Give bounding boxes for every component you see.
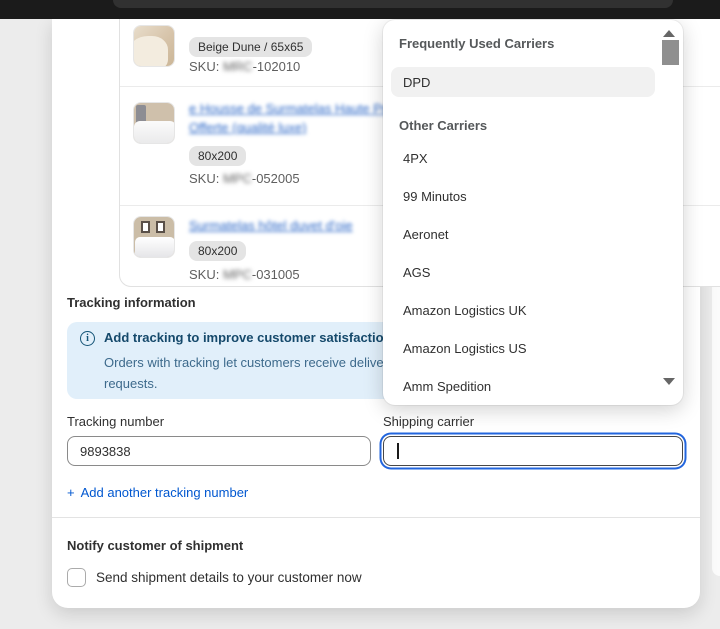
add-tracking-number-link[interactable]: +Add another tracking number — [67, 485, 248, 500]
notify-checkbox-label: Send shipment details to your customer n… — [96, 570, 362, 585]
sku-redacted: MPC — [223, 171, 252, 186]
carrier-option[interactable]: Amazon Logistics UK — [383, 291, 683, 329]
info-icon: i — [80, 331, 95, 346]
scroll-down-arrow-icon[interactable] — [663, 378, 675, 385]
variant-badge: 80x200 — [189, 241, 246, 261]
plus-icon: + — [67, 485, 75, 500]
dropdown-section-other: Other Carriers — [399, 118, 683, 134]
product-thumbnail — [133, 102, 175, 144]
carrier-option[interactable]: 99 Minutos — [383, 177, 683, 215]
carrier-option[interactable]: 4PX — [383, 139, 683, 177]
scrollbar-thumb[interactable] — [662, 40, 679, 65]
product-thumbnail — [133, 216, 175, 258]
tracking-information-heading: Tracking information — [67, 295, 196, 310]
carrier-option[interactable]: AGS — [383, 253, 683, 291]
browser-address-bar[interactable] — [113, 0, 673, 8]
product-sku: SKU: MRC-102010 — [189, 59, 300, 74]
sku-redacted: MPC — [223, 267, 252, 282]
text-caret — [397, 443, 399, 459]
dropdown-section-frequent: Frequently Used Carriers — [399, 36, 683, 52]
product-thumbnail — [133, 25, 175, 67]
scroll-up-arrow-icon[interactable] — [663, 30, 675, 37]
shipping-carrier-label: Shipping carrier — [383, 414, 474, 429]
carrier-option[interactable]: Aeronet — [383, 215, 683, 253]
variant-badge: 80x200 — [189, 146, 246, 166]
shipping-carrier-dropdown: Frequently Used Carriers DPD Other Carri… — [383, 20, 683, 405]
product-sku: SKU: MPC-052005 — [189, 171, 300, 186]
carrier-option-dpd[interactable]: DPD — [391, 67, 655, 97]
tracking-number-label: Tracking number — [67, 414, 164, 429]
carrier-option[interactable]: Amm Spedition — [383, 367, 683, 405]
shipping-carrier-input[interactable] — [383, 436, 683, 466]
carrier-option[interactable]: Amazon Logistics US — [383, 329, 683, 367]
variant-badge: Beige Dune / 65x65 — [189, 37, 312, 57]
tracking-number-input[interactable] — [67, 436, 371, 466]
sku-redacted: MRC — [223, 59, 253, 74]
browser-topbar — [0, 0, 720, 19]
product-sku: SKU: MPC-031005 — [189, 267, 300, 282]
section-divider — [52, 517, 700, 518]
notify-checkbox[interactable] — [67, 568, 86, 587]
notify-customer-heading: Notify customer of shipment — [67, 538, 243, 553]
